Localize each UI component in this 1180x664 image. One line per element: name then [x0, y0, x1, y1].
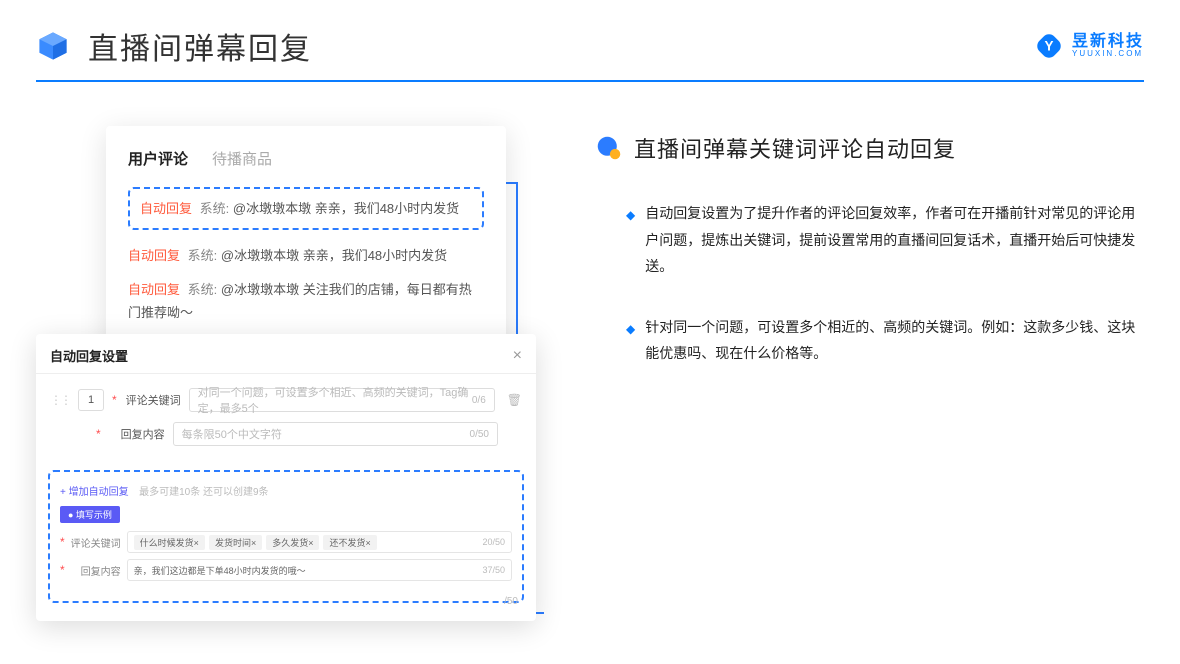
page-title: 直播间弹幕回复 — [88, 24, 312, 68]
svg-text:Y: Y — [1044, 39, 1053, 54]
footer-counter: /50 — [504, 596, 518, 607]
diamond-bullet-icon: ◆ — [626, 318, 635, 367]
example-content-counter: 37/50 — [482, 565, 505, 575]
keyword-chip[interactable]: 多久发货× — [266, 535, 319, 550]
brand-name-cn: 昱新科技 — [1072, 34, 1144, 50]
content-counter: 0/50 — [470, 429, 489, 440]
highlighted-comment: 自动回复 系统: @冰墩墩本墩 亲亲，我们48小时内发货 — [128, 187, 484, 230]
cube-icon — [36, 29, 70, 63]
required-indicator: * — [96, 427, 101, 441]
auto-reply-tag: 自动回复 — [128, 282, 180, 297]
close-icon[interactable]: × — [513, 347, 522, 365]
keyword-counter: 0/6 — [472, 395, 486, 406]
keyword-chip[interactable]: 什么时候发货× — [134, 535, 205, 550]
section-icon — [596, 135, 622, 161]
content-label: 回复内容 — [109, 426, 165, 442]
comment-row: 自动回复 系统: @冰墩墩本墩 亲亲，我们48小时内发货 — [128, 244, 484, 267]
keyword-chip[interactable]: 还不发货× — [323, 535, 376, 550]
system-label: 系统: — [200, 201, 230, 216]
comment-text: @冰墩墩本墩 亲亲，我们48小时内发货 — [221, 248, 447, 263]
content-input[interactable]: 每条限50个中文字符 0/50 — [173, 422, 498, 446]
example-keyword-label: 评论关键词 — [71, 535, 121, 550]
tab-user-comments[interactable]: 用户评论 — [128, 148, 188, 169]
content-placeholder: 每条限50个中文字符 — [182, 426, 470, 442]
section-title: 直播间弹幕关键词评论自动回复 — [634, 132, 956, 164]
diamond-bullet-icon: ◆ — [626, 204, 635, 280]
drag-handle-icon[interactable]: ⋮⋮ — [50, 393, 70, 407]
keyword-chip[interactable]: 发货时间× — [209, 535, 262, 550]
system-label: 系统: — [188, 248, 218, 263]
brand-icon: Y — [1034, 31, 1064, 61]
keyword-placeholder: 对同一个问题，可设置多个相近、高频的关键词，Tag确定，最多5个 — [198, 384, 472, 416]
order-number: 1 — [78, 389, 104, 411]
required-indicator: * — [60, 563, 65, 577]
comment-text: @冰墩墩本墩 亲亲，我们48小时内发货 — [233, 201, 459, 216]
keyword-input[interactable]: 对同一个问题，可设置多个相近、高频的关键词，Tag确定，最多5个 0/6 — [189, 388, 495, 412]
required-indicator: * — [60, 535, 65, 549]
auto-reply-tag: 自动回复 — [140, 201, 192, 216]
bullet-text: 自动回复设置为了提升作者的评论回复效率，作者可在开播前针对常见的评论用户问题，提… — [645, 200, 1144, 280]
auto-reply-tag: 自动回复 — [128, 248, 180, 263]
example-content-input[interactable]: 亲，我们这边都是下单48小时内发货的哦～ 37/50 — [127, 559, 512, 581]
keyword-label: 评论关键词 — [125, 392, 181, 408]
auto-reply-settings-panel: 自动回复设置 × ⋮⋮ 1 * 评论关键词 对同一个问题，可设置多个相近、高频的… — [36, 334, 536, 621]
system-label: 系统: — [188, 282, 218, 297]
example-badge: ● 填写示例 — [60, 506, 120, 523]
brand-logo: Y 昱新科技 YUUXIN.COM — [1034, 31, 1144, 61]
example-keyword-counter: 20/50 — [482, 537, 505, 547]
add-hint: 最多可建10条 还可以创建9条 — [139, 487, 268, 498]
add-auto-reply-link[interactable]: + 增加自动回复 — [60, 487, 129, 498]
example-content-label: 回复内容 — [71, 563, 121, 578]
tab-pending-products[interactable]: 待播商品 — [212, 148, 272, 169]
bullet-text: 针对同一个问题，可设置多个相近的、高频的关键词。例如：这款多少钱、这块能优惠吗、… — [645, 314, 1144, 367]
example-content-value: 亲，我们这边都是下单48小时内发货的哦～ — [134, 564, 306, 577]
example-section: + 增加自动回复 最多可建10条 还可以创建9条 ● 填写示例 * 评论关键词 … — [48, 470, 524, 603]
brand-name-en: YUUXIN.COM — [1072, 50, 1144, 58]
delete-icon[interactable]: 🗑 — [507, 393, 522, 407]
required-indicator: * — [112, 393, 117, 407]
example-keyword-input[interactable]: 什么时候发货× 发货时间× 多久发货× 还不发货× 20/50 — [127, 531, 512, 553]
comment-row: 自动回复 系统: @冰墩墩本墩 关注我们的店铺，每日都有热门推荐呦～ — [128, 278, 484, 325]
settings-title: 自动回复设置 — [50, 346, 128, 365]
